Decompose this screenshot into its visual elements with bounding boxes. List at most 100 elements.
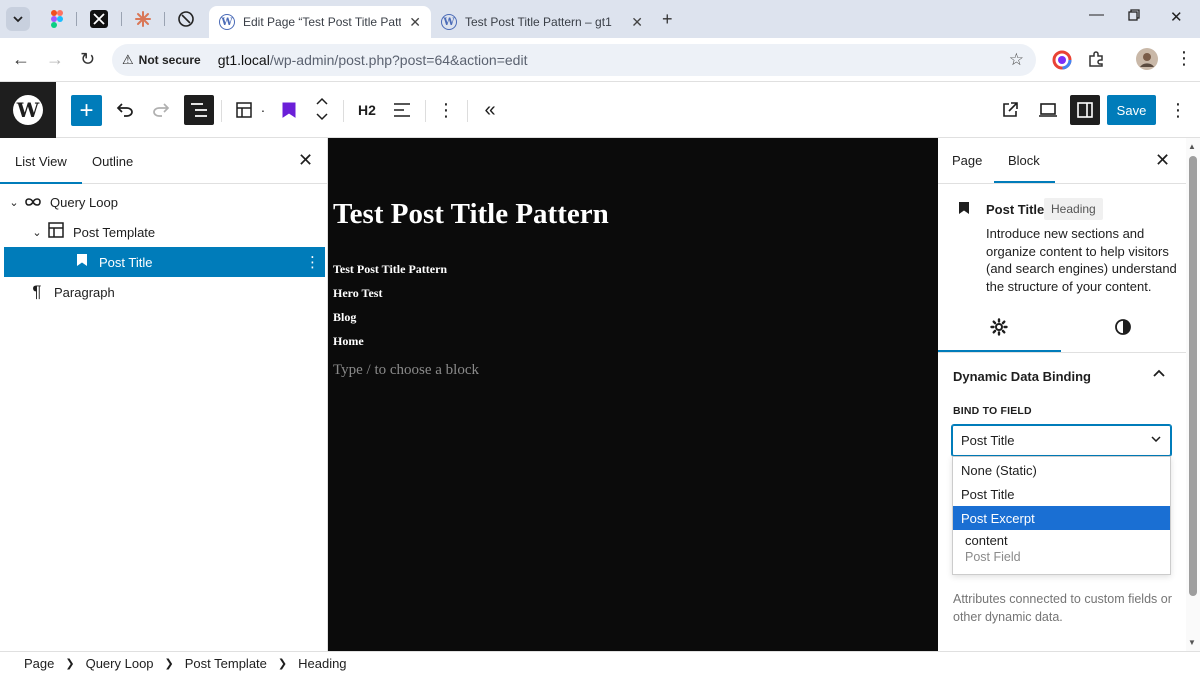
pinned-tab-claude[interactable] [133, 9, 153, 29]
block-options-icon[interactable]: ⋮ [305, 253, 320, 271]
device-preview-icon[interactable] [1035, 96, 1061, 124]
minimize-icon[interactable]: — [1089, 6, 1104, 23]
more-options-icon[interactable]: ⋮ [436, 96, 456, 124]
new-tab-icon[interactable]: + [662, 9, 673, 30]
pilcrow-icon: ¶ [32, 282, 42, 301]
omnibox[interactable]: ⚠ Not secure gt1.local/wp-admin/post.php… [112, 44, 1036, 76]
url-text[interactable]: gt1.local/wp-admin/post.php?post=64&acti… [218, 52, 528, 68]
pinned-tab-misc[interactable] [176, 9, 196, 29]
list-item-query-loop[interactable]: ⌄ Query Loop [6, 187, 118, 217]
bind-field-select[interactable]: Post Title [952, 425, 1171, 456]
chevron-down-icon[interactable]: ⌄ [6, 196, 22, 209]
pinned-tab-figma[interactable] [47, 9, 67, 29]
parent-block-icon[interactable] [232, 96, 256, 124]
collapse-toolbar-icon[interactable]: « [478, 96, 502, 124]
post-link[interactable]: Hero Test [333, 286, 382, 301]
align-icon[interactable] [390, 96, 414, 124]
block-inserter-button[interactable]: + [71, 95, 102, 126]
chevron-down-icon[interactable]: ⌄ [29, 226, 45, 239]
close-window-icon[interactable]: ✕ [1170, 8, 1183, 26]
list-item-post-title[interactable]: Post Title ⋮ [4, 247, 325, 277]
view-page-external-icon[interactable] [998, 96, 1022, 124]
selected-field-value: Post Title [961, 433, 1015, 448]
redo-icon[interactable] [148, 96, 174, 124]
editor-canvas[interactable]: Test Post Title Pattern Test Post Title … [328, 138, 938, 651]
settings-gear-icon[interactable] [990, 318, 1008, 341]
wordpress-logo-button[interactable]: W [0, 82, 56, 138]
browser-menu-icon[interactable]: ⋮ [1175, 48, 1193, 69]
back-icon[interactable]: ← [12, 49, 30, 70]
block-card-title: Post Title [986, 202, 1045, 217]
block-appender-placeholder[interactable]: Type / to choose a block [333, 362, 479, 379]
tab-title: Test Post Title Pattern – gt1 [465, 15, 612, 29]
toolbar-divider [467, 100, 468, 122]
breadcrumb-item[interactable]: Post Template [185, 656, 267, 671]
option-content[interactable]: content [953, 530, 1170, 550]
security-indicator[interactable]: ⚠ Not secure [122, 52, 212, 68]
post-link[interactable]: Test Post Title Pattern [333, 262, 447, 277]
restore-icon[interactable] [1128, 8, 1140, 25]
address-toolbar: ← → ↻ ⚠ Not secure gt1.local/wp-admin/po… [0, 38, 1200, 82]
wordpress-icon: W [441, 14, 457, 30]
breadcrumb-item[interactable]: Page [24, 656, 54, 671]
block-description: Introduce new sections and organize cont… [986, 226, 1177, 294]
panel-title[interactable]: Dynamic Data Binding [953, 369, 1091, 384]
scroll-up-icon[interactable]: ▲ [1188, 142, 1196, 151]
undo-icon[interactable] [112, 96, 138, 124]
close-tab-icon[interactable]: ✕ [631, 14, 643, 31]
warning-icon: ⚠ [122, 52, 134, 67]
chevron-up-icon[interactable] [1153, 364, 1165, 381]
close-tab-icon[interactable]: ✕ [409, 14, 421, 31]
extensions-puzzle-icon[interactable] [1087, 50, 1105, 71]
sidebar-scrollbar[interactable]: ▲ ▼ [1186, 138, 1200, 651]
divider [938, 183, 1188, 184]
profile-avatar[interactable] [1136, 48, 1158, 73]
settings-sidebar: Page Block ✕ Post Title Heading Introduc… [938, 138, 1200, 651]
move-up-icon[interactable] [312, 93, 332, 109]
pinned-tab-x[interactable] [89, 9, 109, 29]
list-item-post-template[interactable]: ⌄ Post Template [29, 217, 155, 247]
chevron-right-icon: ❯ [65, 658, 75, 670]
post-link[interactable]: Blog [333, 310, 356, 325]
scroll-down-icon[interactable]: ▼ [1188, 638, 1196, 647]
option-post-excerpt[interactable]: Post Excerpt [953, 506, 1170, 530]
close-list-view-icon[interactable]: ✕ [298, 150, 313, 171]
bookmark-star-icon[interactable]: ☆ [1009, 50, 1024, 70]
settings-sidebar-toggle[interactable] [1070, 95, 1100, 125]
close-sidebar-icon[interactable]: ✕ [1155, 150, 1170, 171]
option-post-title[interactable]: Post Title [953, 482, 1170, 506]
tab-page[interactable]: Page [952, 153, 982, 168]
reload-icon[interactable]: ↻ [80, 49, 95, 70]
toolbar-divider [221, 100, 222, 122]
tab-edit-page[interactable]: W Edit Page “Test Post Title Pattern” ✕ [209, 6, 431, 38]
help-text: Attributes connected to custom fields or… [953, 592, 1172, 624]
list-item-paragraph[interactable]: ¶ Paragraph [26, 277, 114, 307]
color-extension-icon[interactable] [1052, 50, 1072, 73]
tab-block[interactable]: Block [994, 153, 1055, 183]
bookmark-icon [71, 253, 93, 271]
block-type-bookmark-icon[interactable] [276, 96, 302, 124]
layout-icon [45, 222, 67, 242]
move-down-icon[interactable] [312, 109, 332, 125]
heading-level-button[interactable]: H2 [354, 96, 380, 124]
breadcrumb-item[interactable]: Query Loop [86, 656, 154, 671]
chevron-down-icon [1151, 433, 1161, 445]
post-link[interactable]: Home [333, 334, 364, 349]
list-view-panel: List View Outline ✕ ⌄ Query Loop ⌄ Post … [0, 138, 328, 651]
option-none-static[interactable]: None (Static) [953, 458, 1170, 482]
scrollbar-thumb[interactable] [1189, 156, 1197, 596]
post-title-heading[interactable]: Test Post Title Pattern [333, 198, 609, 231]
styles-contrast-icon[interactable] [1114, 318, 1132, 341]
bookmark-icon [958, 201, 970, 219]
save-button[interactable]: Save [1107, 95, 1156, 125]
tab-search-dropdown[interactable] [6, 7, 30, 31]
document-overview-button[interactable] [184, 95, 214, 125]
tab-outline[interactable]: Outline [92, 154, 133, 169]
tab-list-view[interactable]: List View [0, 154, 82, 184]
tab-separator [121, 12, 122, 26]
breadcrumb-item: Heading [298, 656, 347, 671]
options-menu-icon[interactable]: ⋮ [1168, 96, 1188, 124]
forward-icon[interactable]: → [46, 49, 64, 70]
tab-view-page[interactable]: W Test Post Title Pattern – gt1 ✕ [431, 6, 653, 38]
list-view-tabs: List View Outline ✕ [0, 138, 327, 184]
